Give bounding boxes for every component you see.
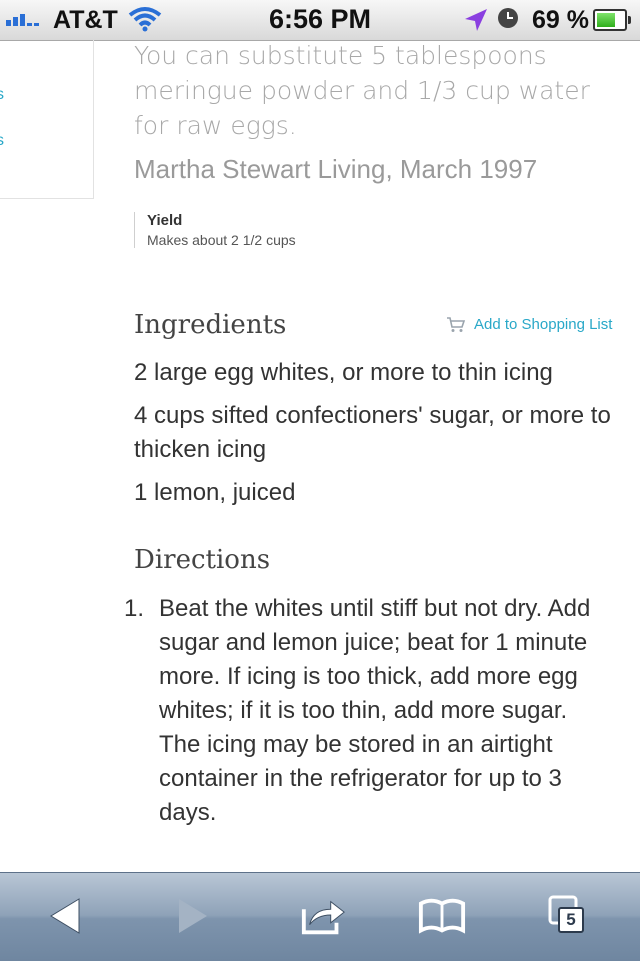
direction-step-text: Beat the whites until stiff but not dry.… bbox=[159, 595, 591, 826]
tabs-count-badge: 5 bbox=[558, 907, 584, 933]
forward-arrow-icon bbox=[179, 899, 207, 933]
sidebar-link-1[interactable]: s bbox=[0, 86, 4, 104]
yield-box: Yield Makes about 2 1/2 cups bbox=[134, 212, 307, 248]
status-bar: AT&T 6:56 PM 69 % bbox=[0, 0, 640, 41]
recipe-intro-note: You can substitute 5 tablespoons meringu… bbox=[134, 41, 590, 140]
direction-step-number: 1. bbox=[124, 595, 145, 622]
battery-icon bbox=[593, 9, 631, 31]
add-to-shopping-list-link[interactable]: Add to Shopping List bbox=[446, 316, 612, 333]
yield-title: Yield bbox=[147, 212, 183, 229]
direction-step: 1. Beat the whites until stiff but not d… bbox=[124, 592, 594, 830]
battery-fill bbox=[597, 13, 615, 27]
ingredient-item: 1 lemon, juiced bbox=[134, 479, 296, 506]
forward-button[interactable] bbox=[169, 893, 217, 939]
ingredient-item: 2 large egg whites, or more to thin icin… bbox=[134, 359, 553, 386]
alarm-clock-icon bbox=[498, 8, 518, 28]
share-button[interactable] bbox=[300, 893, 348, 939]
bookmarks-button[interactable] bbox=[418, 893, 466, 939]
yield-value: Makes about 2 1/2 cups bbox=[147, 232, 296, 248]
directions-heading: Directions bbox=[134, 545, 271, 575]
location-arrow-icon bbox=[465, 9, 487, 31]
ingredient-item: 4 cups sifted confectioners' sugar, or m… bbox=[134, 402, 611, 463]
battery-percent: 69 % bbox=[532, 6, 589, 34]
tabs-button[interactable]: 5 bbox=[546, 893, 594, 939]
share-icon bbox=[301, 900, 345, 935]
shopping-cart-icon bbox=[447, 316, 466, 332]
sidebar-panel: s s bbox=[0, 40, 94, 199]
add-to-shopping-list-label: Add to Shopping List bbox=[474, 316, 613, 333]
ingredients-heading: Ingredients bbox=[134, 310, 287, 340]
back-button[interactable] bbox=[41, 893, 89, 939]
directions-list: 1. Beat the whites until stiff but not d… bbox=[124, 592, 594, 830]
browser-toolbar: 5 bbox=[0, 872, 640, 961]
recipe-source: Martha Stewart Living, March 1997 bbox=[134, 154, 538, 184]
back-arrow-icon bbox=[50, 898, 80, 934]
bookmarks-icon bbox=[418, 898, 466, 934]
ingredients-list: 2 large egg whites, or more to thin icin… bbox=[134, 356, 629, 519]
sidebar-link-2[interactable]: s bbox=[0, 132, 4, 150]
